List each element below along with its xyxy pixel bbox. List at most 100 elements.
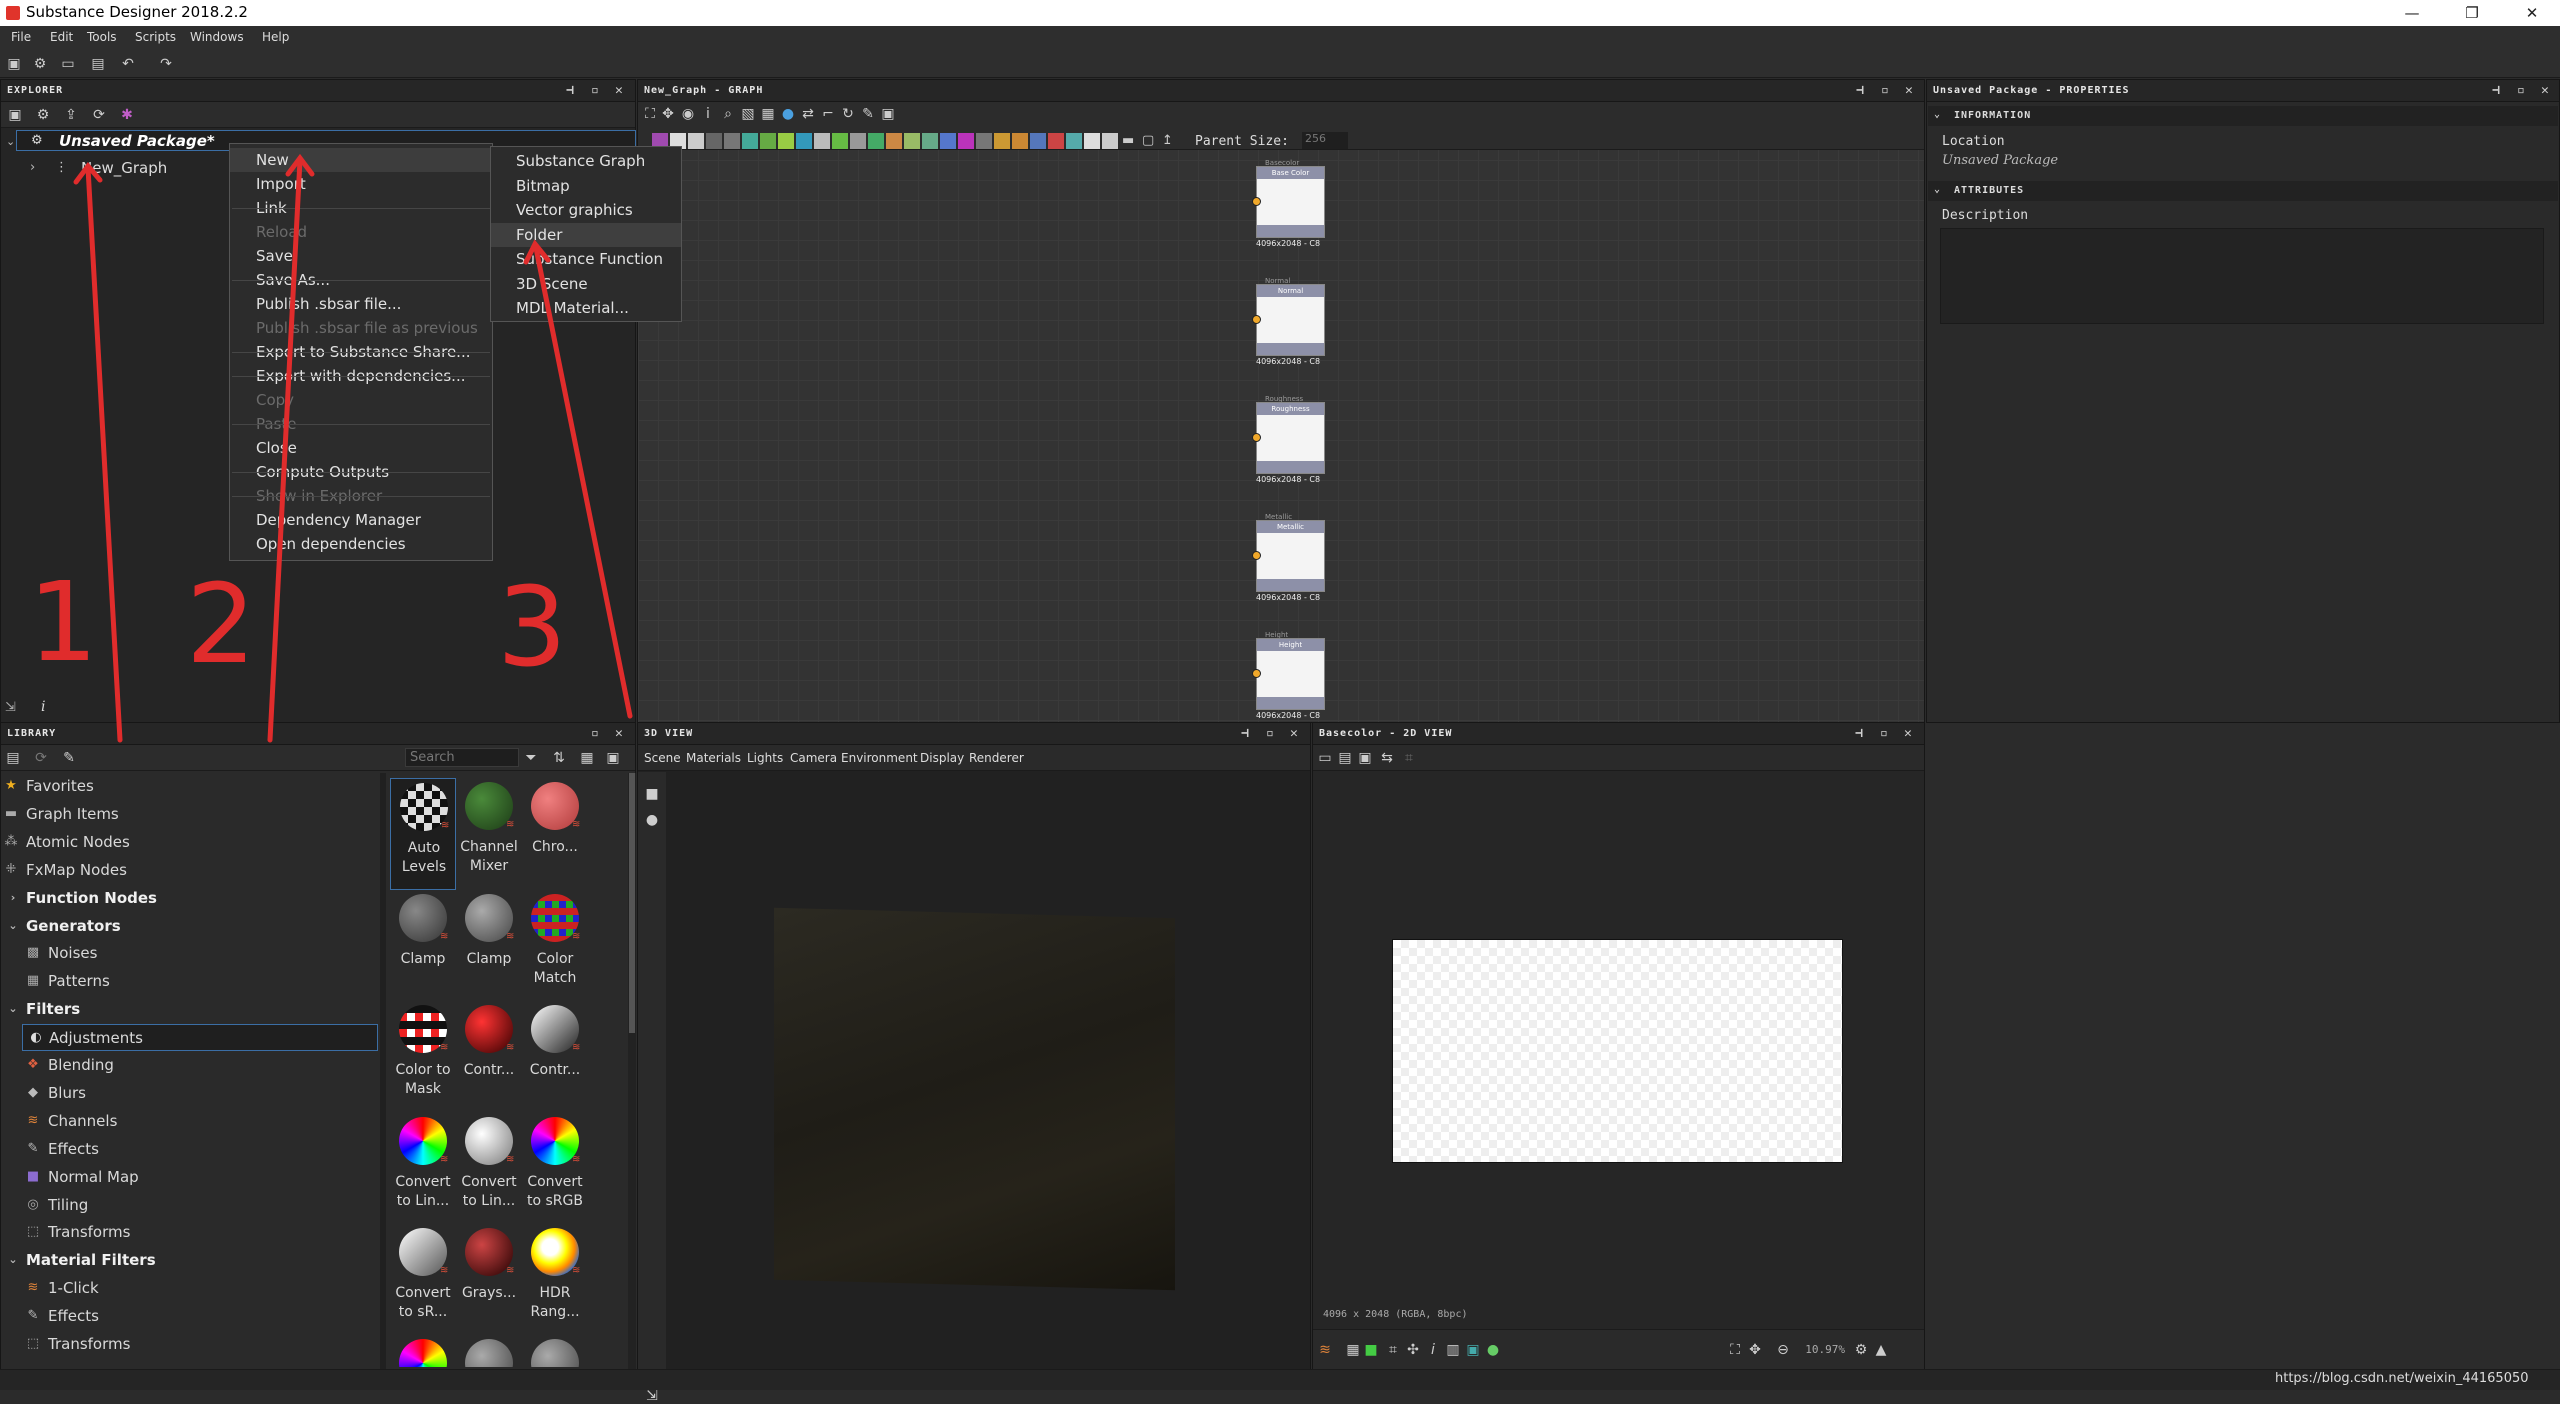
center-icon[interactable]: ✥	[1747, 1342, 1763, 1358]
close-panel-icon[interactable]: ✕	[1905, 83, 1914, 98]
lock-icon[interactable]: ▲	[1873, 1342, 1889, 1358]
frame-icon[interactable]: ▢	[1142, 133, 1158, 149]
color-wheel-icon[interactable]: ●	[1485, 1342, 1501, 1358]
node-tool-icon[interactable]	[1030, 133, 1046, 149]
library-item-effects[interactable]: ✎ Effects	[0, 1136, 380, 1163]
graph-name[interactable]: New_Graph	[81, 159, 167, 177]
node-tool-icon[interactable]	[778, 133, 794, 149]
graph-output-node[interactable]: Roughness	[1252, 402, 1325, 474]
library-item-effects[interactable]: ✎ Effects	[0, 1303, 380, 1330]
node-input-socket[interactable]	[1252, 315, 1261, 324]
attributes-section[interactable]: ⌄ ATTRIBUTES	[1928, 181, 2558, 201]
undo-icon[interactable]: ↶	[120, 56, 136, 72]
float-icon[interactable]: ▫	[591, 83, 600, 98]
library-node-thumb[interactable]: ≋ Channel Mixer	[456, 778, 522, 890]
python-icon[interactable]: ●	[780, 106, 796, 122]
reload-icon[interactable]: ⟳	[91, 107, 107, 123]
zoom-value[interactable]: 10.97%	[1797, 1343, 1845, 1356]
node-tool-icon[interactable]	[904, 133, 920, 149]
float-icon[interactable]: ▫	[1880, 726, 1889, 741]
node-tool-icon[interactable]	[742, 133, 758, 149]
new-graph-icon[interactable]: ⚙	[35, 107, 51, 123]
channel-green-icon[interactable]: ■	[1363, 1342, 1379, 1358]
camera-icon[interactable]: ◉	[680, 106, 696, 122]
node-input-socket[interactable]	[1252, 551, 1261, 560]
layers-icon[interactable]: ≋	[1317, 1342, 1333, 1358]
menu-edit[interactable]: Edit	[50, 30, 73, 44]
chevron-down-icon[interactable]: ⌄	[6, 919, 20, 933]
chevron-right-icon[interactable]: ›	[30, 160, 35, 175]
menu-scripts[interactable]: Scripts	[135, 30, 176, 44]
library-node-thumb[interactable]	[390, 1335, 456, 1367]
menu-lights[interactable]: Lights	[747, 751, 783, 765]
node-tool-icon[interactable]	[1084, 133, 1100, 149]
node-input-socket[interactable]	[1252, 197, 1261, 206]
tile-icon[interactable]: ⌗	[1385, 1342, 1401, 1358]
submenu-item-bitmap[interactable]: Bitmap	[491, 174, 681, 198]
library-node-thumb[interactable]: ≋ Color to Mask	[390, 1001, 456, 1113]
library-item-adjustments[interactable]: ◐ Adjustments	[22, 1024, 378, 1052]
rotate-icon[interactable]: ↻	[840, 106, 856, 122]
context-item-new[interactable]: New	[230, 148, 492, 172]
library-node-thumb[interactable]: ≋ Clamp	[390, 890, 456, 1002]
menu-file[interactable]: File	[11, 30, 31, 44]
library-node-thumb[interactable]: ≋ Contr...	[522, 1001, 588, 1113]
color-picker-icon[interactable]: ▣	[1465, 1342, 1481, 1358]
view-icon[interactable]: ▣	[880, 106, 896, 122]
node-tool-icon[interactable]	[958, 133, 974, 149]
float-icon[interactable]: ▫	[1881, 83, 1890, 98]
chevron-down-icon[interactable]: ⌄	[6, 1002, 20, 1016]
node-tool-icon[interactable]	[1102, 133, 1118, 149]
sort-icon[interactable]: ⇅	[551, 750, 567, 766]
node-tool-icon[interactable]	[832, 133, 848, 149]
menu-windows[interactable]: Windows	[190, 30, 244, 44]
3d-plane-preview[interactable]	[774, 907, 1175, 1291]
menu-tools[interactable]: Tools	[87, 30, 117, 44]
info-icon[interactable]: i	[41, 699, 45, 715]
library-item-blurs[interactable]: ◆ Blurs	[0, 1080, 380, 1107]
search-icon[interactable]: ⌕	[720, 106, 736, 122]
graph-output-node[interactable]: Height	[1252, 638, 1325, 710]
wrench-icon[interactable]: ✎	[860, 106, 876, 122]
align-icon[interactable]: ▧	[740, 106, 756, 122]
library-node-thumb[interactable]	[522, 1335, 588, 1367]
library-node-thumb[interactable]: ≋ Convert to Lin...	[456, 1113, 522, 1225]
close-panel-icon[interactable]: ✕	[615, 83, 624, 98]
float-icon[interactable]: ▫	[1266, 726, 1275, 741]
context-item-open-dependencies[interactable]: Open dependencies	[230, 532, 492, 556]
parent-size-select[interactable]: 256	[1302, 132, 1348, 149]
checker-icon[interactable]: ▦	[1345, 1342, 1361, 1358]
layout-icon[interactable]: ▦	[760, 106, 776, 122]
close-panel-icon[interactable]: ✕	[1290, 726, 1299, 741]
node-tool-icon[interactable]	[796, 133, 812, 149]
library-item-function-nodes[interactable]: › Function Nodes	[0, 885, 380, 912]
submenu-item-substance-function[interactable]: Substance Function	[491, 247, 681, 271]
context-item-save[interactable]: Save	[230, 244, 492, 268]
edit-icon[interactable]: ✎	[61, 750, 77, 766]
close-panel-icon[interactable]: ✕	[615, 726, 624, 741]
comment-icon[interactable]: ▬	[1122, 133, 1138, 149]
hierarchy-icon[interactable]: ⇲	[5, 700, 16, 715]
fit-view-icon[interactable]: ⛶	[1727, 1342, 1743, 1358]
library-item-filters[interactable]: ⌄ Filters	[0, 996, 380, 1023]
library-item-tiling[interactable]: ◎ Tiling	[0, 1192, 380, 1219]
library-node-thumb[interactable]: ≋ Color Match	[522, 890, 588, 1002]
node-tool-icon[interactable]	[886, 133, 902, 149]
redo-icon[interactable]: ↷	[158, 56, 174, 72]
node-tool-icon[interactable]	[940, 133, 956, 149]
new-package-icon[interactable]: ▣	[7, 107, 23, 123]
node-tool-icon[interactable]	[1048, 133, 1064, 149]
menu-renderer[interactable]: Renderer	[969, 751, 1024, 765]
node-tool-icon[interactable]	[868, 133, 884, 149]
library-item-fxmap-nodes[interactable]: ⁜ FxMap Nodes	[0, 857, 380, 884]
submenu-item-substance-graph[interactable]: Substance Graph	[491, 149, 681, 173]
context-item-dependency-manager[interactable]: Dependency Manager	[230, 508, 492, 532]
search-input[interactable]: Search	[405, 748, 519, 767]
info-icon[interactable]: i	[700, 106, 716, 122]
pin-icon[interactable]: ⊣	[2492, 83, 2501, 98]
library-item-1-click[interactable]: ≋ 1-Click	[0, 1275, 380, 1302]
close-panel-icon[interactable]: ✕	[2541, 83, 2550, 98]
connect-icon[interactable]: ⇄	[800, 106, 816, 122]
float-icon[interactable]: ▫	[591, 726, 600, 741]
pin-icon[interactable]: ⊣	[1855, 726, 1864, 741]
